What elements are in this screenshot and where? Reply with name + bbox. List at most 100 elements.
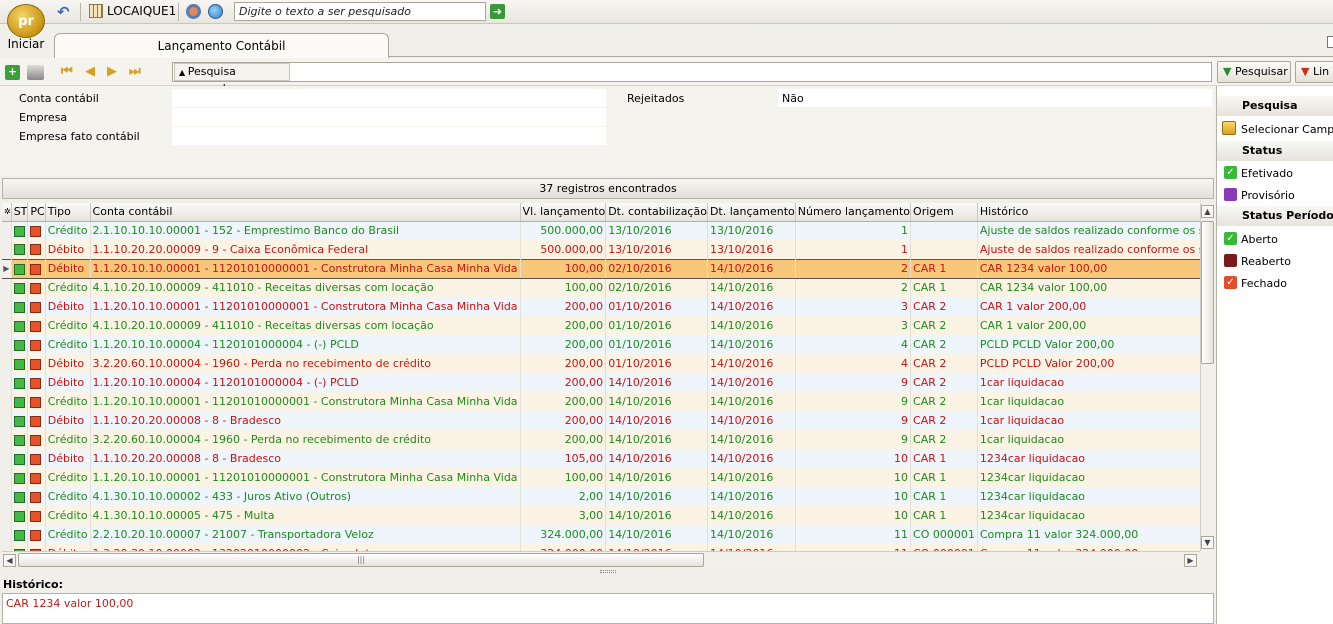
- globe-icon[interactable]: [208, 4, 223, 19]
- status-item-efetivado[interactable]: Efetivado: [1241, 167, 1293, 180]
- column-header[interactable]: ST: [11, 203, 29, 222]
- account-filter-field[interactable]: [172, 89, 606, 107]
- previous-record-icon[interactable]: ◀: [85, 64, 95, 79]
- scroll-down-icon[interactable]: ▼: [1201, 536, 1214, 549]
- table-row[interactable]: Crédito 4.1.10.20.10.00009 - 411010 - Rec…: [2, 278, 1200, 297]
- provisional-icon[interactable]: [1224, 188, 1237, 201]
- period-item-fechado[interactable]: Fechado: [1241, 277, 1287, 290]
- row-indicator[interactable]: [2, 335, 12, 354]
- search-button[interactable]: ▼ Pesquisar: [1217, 61, 1291, 83]
- row-indicator[interactable]: [2, 487, 12, 506]
- status-item-provisorio[interactable]: Provisório: [1241, 189, 1295, 202]
- row-indicator[interactable]: [2, 297, 12, 316]
- row-indicator-header[interactable]: ✲: [2, 203, 12, 222]
- column-header[interactable]: Histórico: [977, 203, 1200, 222]
- select-field-link[interactable]: Selecionar Campo: [1241, 123, 1333, 136]
- table-row[interactable]: Crédito 1.1.20.10.10.00001 - 112010100000…: [2, 468, 1200, 487]
- row-indicator[interactable]: [2, 240, 12, 259]
- column-header[interactable]: Origem: [910, 203, 978, 222]
- table-row[interactable]: Crédito 1.1.20.10.10.00001 - 112010100000…: [2, 392, 1200, 411]
- next-record-icon[interactable]: ▶: [107, 64, 117, 79]
- row-indicator[interactable]: [2, 392, 12, 411]
- table-row[interactable]: Débito 1.1.10.20.20.00008 - 8 - Bradesco 1…: [2, 449, 1200, 468]
- period-item-reaberto[interactable]: Reaberto: [1241, 255, 1291, 268]
- location-label[interactable]: LOCAIQUE1: [107, 4, 176, 18]
- print-icon[interactable]: [27, 65, 44, 80]
- history-text[interactable]: CAR 1234 valor 100,00: [2, 593, 1214, 624]
- table-row[interactable]: Crédito 2.1.10.10.10.00001 - 152 - Empres…: [2, 221, 1200, 240]
- open-check-icon[interactable]: ✓: [1224, 232, 1237, 245]
- reopened-icon[interactable]: [1224, 254, 1237, 267]
- users-icon[interactable]: [186, 4, 201, 19]
- table-row[interactable]: Crédito 4.1.30.10.10.00005 - 475 - Multa 3…: [2, 506, 1200, 525]
- table-row[interactable]: Débito1.3.20.30.10.00002 - 1320201000000…: [2, 544, 1200, 551]
- vertical-scroll-thumb[interactable]: [1201, 221, 1214, 364]
- cell-numero: 4: [795, 335, 912, 354]
- column-header[interactable]: Vl. lançamento: [520, 203, 607, 222]
- app-logo-button[interactable]: pr: [7, 4, 45, 38]
- row-indicator[interactable]: [2, 316, 12, 335]
- last-record-icon[interactable]: ⏭: [129, 64, 141, 79]
- row-indicator[interactable]: [2, 411, 12, 430]
- row-indicator[interactable]: [2, 278, 12, 297]
- table-row[interactable]: Débito 3.2.20.60.10.00004 - 1960 - Perda …: [2, 354, 1200, 373]
- closed-check-icon[interactable]: ✓: [1224, 276, 1237, 289]
- table-row[interactable]: Crédito 4.1.30.10.10.00002 - 433 - Juros …: [2, 487, 1200, 506]
- scroll-left-icon[interactable]: ◀: [3, 554, 16, 567]
- table-row[interactable]: Crédito 1.1.20.10.10.00004 - 112010100000…: [2, 335, 1200, 354]
- table-row[interactable]: Crédito 2.2.10.20.10.00007 - 21007 - Tran…: [2, 525, 1200, 544]
- column-header[interactable]: Número lançamento: [795, 203, 912, 222]
- first-record-icon[interactable]: ⏮: [61, 64, 73, 79]
- pc-cell: [27, 316, 46, 335]
- add-icon[interactable]: +: [5, 65, 20, 80]
- period-status-icon: [30, 491, 42, 503]
- restore-window-icon[interactable]: [1327, 36, 1333, 48]
- row-indicator[interactable]: [2, 525, 12, 544]
- tab-lancamento-contabil[interactable]: Lançamento Contábil: [54, 33, 389, 58]
- column-header[interactable]: Dt. contabilização: [605, 203, 708, 222]
- column-header[interactable]: Dt. lançamento: [707, 203, 796, 222]
- row-indicator[interactable]: [2, 468, 12, 487]
- start-label[interactable]: Iniciar: [0, 37, 52, 51]
- undo-icon[interactable]: ↶: [57, 3, 70, 21]
- table-row[interactable]: Débito 1.1.20.10.10.00004 - 1120101000004…: [2, 373, 1200, 392]
- row-indicator[interactable]: [2, 449, 12, 468]
- column-header[interactable]: PC: [27, 203, 46, 222]
- row-indicator[interactable]: [2, 430, 12, 449]
- company-filter-field[interactable]: [172, 108, 606, 126]
- search-input[interactable]: Digite o texto a ser pesquisado: [234, 2, 486, 21]
- column-header[interactable]: Conta contábil: [90, 203, 521, 222]
- cell-conta: 1.3.20.30.10.00002 - 13202010000002 - Ca…: [90, 544, 521, 551]
- cell-valor: 3,00: [520, 506, 607, 525]
- row-indicator[interactable]: ▶: [2, 258, 12, 279]
- table-row[interactable]: ▶ Débito 1.1.20.10.10.00001 - 112010100000…: [2, 258, 1200, 279]
- cell-dtcont: 14/10/2016: [605, 544, 708, 551]
- rejected-filter-field[interactable]: Não: [778, 89, 1212, 107]
- cell-dtcont: 02/10/2016: [605, 258, 708, 279]
- st-cell: [11, 221, 29, 240]
- row-indicator[interactable]: [2, 354, 12, 373]
- table-row[interactable]: Crédito 3.2.20.60.10.00004 - 1960 - Perda…: [2, 430, 1200, 449]
- status-icon: [13, 282, 25, 294]
- location-grid-icon[interactable]: [89, 4, 103, 18]
- scroll-right-icon[interactable]: ▶: [1184, 554, 1197, 567]
- table-row[interactable]: Débito 1.1.20.10.10.00001 - 1120101000000…: [2, 297, 1200, 316]
- advanced-search-toggle[interactable]: ▲ Pesquisa avançada: [174, 63, 290, 95]
- scroll-up-icon[interactable]: ▲: [1201, 205, 1214, 218]
- splitter-grip[interactable]: [600, 570, 616, 573]
- clear-filter-button[interactable]: ▼ Lin: [1295, 61, 1333, 83]
- table-row[interactable]: Crédito 4.1.10.20.10.00009 - 411010 - Rec…: [2, 316, 1200, 335]
- clear-filter-label: Lin: [1312, 65, 1330, 78]
- table-row[interactable]: Débito 1.1.10.20.20.00008 - 8 - Bradesco 2…: [2, 411, 1200, 430]
- row-indicator[interactable]: [2, 373, 12, 392]
- row-indicator[interactable]: [2, 506, 12, 525]
- row-indicator[interactable]: [2, 544, 12, 551]
- fact-company-filter-field[interactable]: [172, 127, 606, 145]
- row-indicator[interactable]: [2, 221, 12, 240]
- table-row[interactable]: Débito 1.1.10.20.20.00009 - 9 - Caixa Eco…: [2, 240, 1200, 259]
- go-arrow-icon[interactable]: ➜: [490, 4, 505, 19]
- period-item-aberto[interactable]: Aberto: [1241, 233, 1278, 246]
- effective-check-icon[interactable]: ✓: [1224, 166, 1237, 179]
- column-header[interactable]: Tipo: [45, 203, 91, 222]
- horizontal-scroll-thumb[interactable]: |||: [18, 553, 704, 567]
